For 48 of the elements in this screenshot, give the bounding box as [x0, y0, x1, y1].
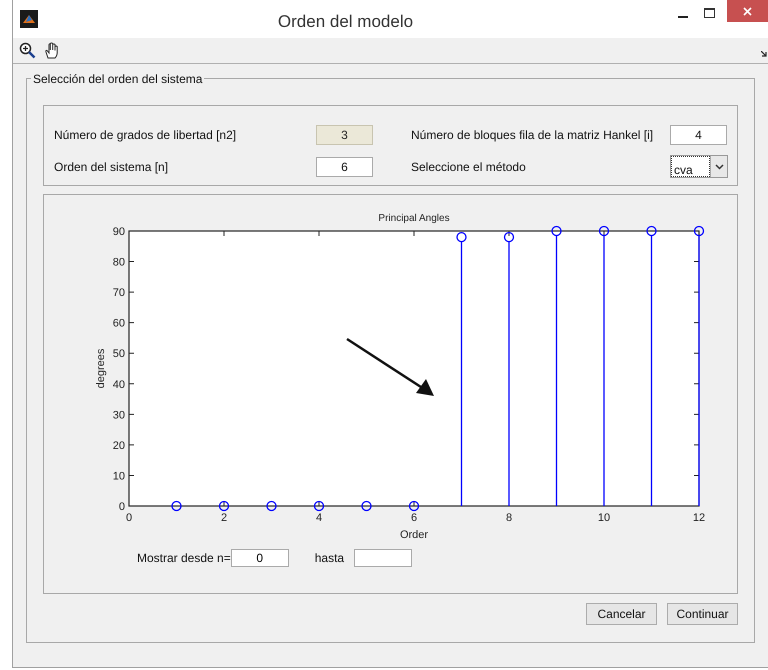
field-label: Mostrar desde n=: [137, 550, 231, 567]
close-icon: [743, 6, 752, 16]
tick-label: 4: [316, 512, 322, 524]
dock-icon[interactable]: [761, 50, 767, 56]
stem-marker: [218, 500, 230, 512]
tick-label: 0: [118, 501, 125, 513]
window-title: Orden del modelo: [278, 11, 414, 33]
input-field[interactable]: 6: [316, 156, 373, 176]
tick-label: 90: [112, 226, 125, 238]
input-field[interactable]: [354, 549, 412, 567]
chart-title: Principal Angles: [378, 213, 450, 224]
tick-label: 2: [220, 512, 228, 524]
tick-label: 8: [506, 512, 512, 524]
tick-label: 80: [112, 256, 125, 269]
field-label: Número de grados de libertad [n2]: [54, 127, 238, 144]
close-button[interactable]: [727, 0, 768, 22]
maximize-icon[interactable]: [704, 8, 715, 18]
tick-label: 12: [692, 512, 706, 524]
zoom-in-icon[interactable]: [19, 42, 36, 59]
field-label: Orden del sistema [n]: [54, 158, 170, 176]
tick-label: 6: [410, 512, 418, 524]
axis-label: degrees: [95, 348, 107, 388]
field-label: hasta: [314, 550, 344, 567]
dialog-button[interactable]: Continuar: [667, 603, 738, 625]
axis-label: Order: [400, 529, 428, 541]
tick-label: 10: [112, 470, 125, 482]
stem-marker: [408, 500, 420, 512]
input-field[interactable]: 4: [670, 125, 727, 145]
minimize-icon[interactable]: [678, 16, 688, 19]
method-dropdown[interactable]: cva: [670, 155, 728, 178]
stem-marker: [361, 500, 372, 512]
stem-marker: [314, 500, 324, 512]
tick-label: 50: [112, 348, 125, 360]
tick-label: 60: [112, 318, 125, 330]
dialog-button[interactable]: Cancelar: [586, 603, 657, 625]
tick-label: 70: [112, 287, 125, 300]
chevron-down-icon: [714, 164, 724, 170]
app-icon: [20, 10, 38, 28]
tick-label: 30: [112, 409, 125, 422]
tick-label: 0: [126, 512, 132, 524]
field-label: Número de bloques fila de la matriz Hankel [i]: [411, 127, 654, 144]
tick-label: 10: [598, 512, 610, 524]
field-label: Seleccione el método: [411, 158, 527, 176]
stem-marker: [171, 500, 182, 512]
stem-marker: [266, 500, 277, 512]
input-field[interactable]: 0: [230, 549, 289, 567]
tick-label: 20: [112, 440, 125, 452]
tick-label: 40: [112, 378, 125, 391]
